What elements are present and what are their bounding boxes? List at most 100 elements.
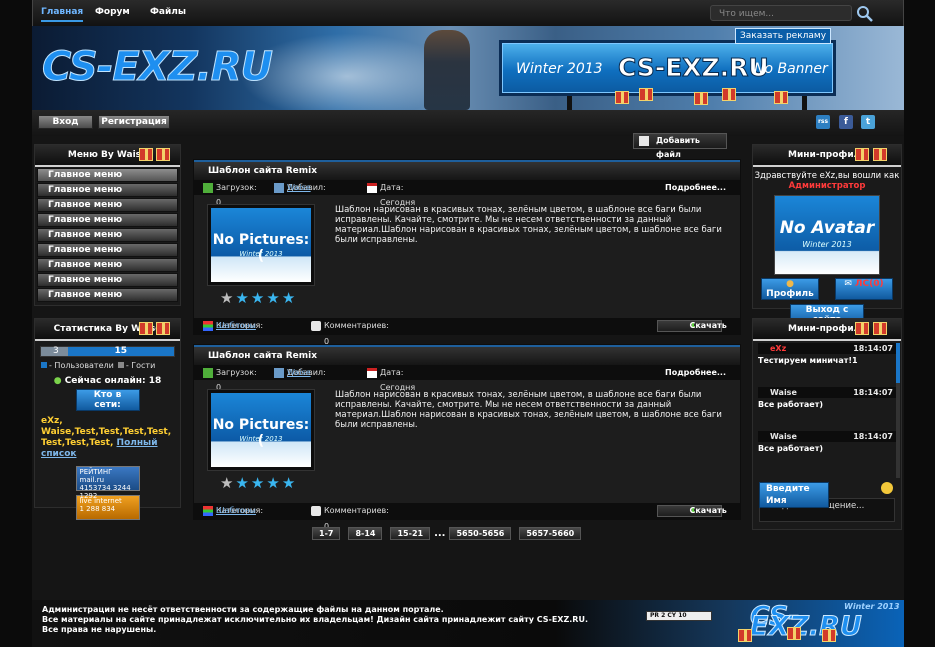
chat-time: 18:14:07 [853, 344, 893, 353]
gift-icon [738, 629, 752, 642]
chat-name-input[interactable]: Введите Имя [759, 482, 829, 508]
post-title[interactable]: Шаблон сайта Remix [194, 160, 740, 180]
smiley-icon[interactable] [881, 482, 893, 494]
facebook-icon[interactable]: f [839, 115, 853, 129]
login-button[interactable]: Вход [38, 115, 93, 129]
gift-icon [694, 92, 708, 105]
chat-name-row: Введите Имя [759, 482, 895, 508]
liveinternet-counter[interactable]: live internet 1 288 834 [75, 495, 140, 520]
who-online-button[interactable]: Кто в сети: [75, 389, 140, 411]
download-label: Скачать [689, 506, 727, 515]
star-icon[interactable]: ★ [220, 289, 235, 307]
star-icon[interactable]: ★ [251, 289, 266, 307]
menu-item[interactable]: Главное меню [37, 258, 178, 272]
post-title[interactable]: Шаблон сайта Remix [194, 345, 740, 365]
more-link[interactable]: Подробнее... [665, 180, 726, 195]
counter1-label: РЕЙТИНГ mail.ru [79, 468, 113, 484]
profile-button[interactable]: ● Профиль [761, 278, 819, 300]
register-button[interactable]: Регистрация [98, 115, 170, 129]
users-count: 3 [41, 347, 68, 356]
menu-item[interactable]: Главное меню [37, 168, 178, 182]
search-icon[interactable] [856, 5, 874, 23]
download-button[interactable]: ⬇ Скачать [657, 505, 727, 517]
gift-icon [774, 91, 788, 104]
mini-profile-panel: Мини-профиль Здравствуйте eXz,вы вошли к… [752, 144, 902, 326]
chat-scrollbar-thumb[interactable] [896, 343, 900, 383]
order-ad-button[interactable]: Заказать рекламу [735, 28, 832, 44]
author-link[interactable]: Waise [287, 365, 311, 380]
star-icon[interactable]: ★ [266, 474, 281, 492]
banner-soldier-image [424, 30, 470, 110]
author-icon [274, 182, 284, 193]
site-logo[interactable]: CS-EXZ.RU [42, 44, 274, 91]
search-input[interactable]: Что ищем... [710, 5, 852, 21]
online-ratio-bar: 3 15 [40, 346, 175, 357]
page-link[interactable]: 1-7 [312, 527, 341, 540]
nav-home-link[interactable]: Главная [41, 7, 84, 22]
add-file-button[interactable]: Добавить файл [633, 133, 727, 159]
post-meta: Загрузок: 0 Добавил: Waise Дата: Сегодня… [194, 180, 740, 207]
guests-legend-label: - Гости [125, 361, 156, 370]
twitter-icon[interactable]: t [861, 115, 875, 129]
chat-time: 18:14:07 [853, 388, 893, 397]
star-icon[interactable]: ★ [266, 289, 281, 307]
star-icon[interactable]: ★ [251, 474, 266, 492]
welcome-text: Здравствуйте eXz,вы вошли как [754, 171, 900, 181]
stats-title: Статистика By Waise [35, 319, 180, 341]
mailru-counter[interactable]: РЕЙТИНГ mail.ru 4153734 3244 1292 [75, 466, 140, 500]
chat-scrollbar[interactable] [896, 343, 900, 478]
post-footer: Категория: Шаблоны Комментариев: 0 ⬇ Ска… [194, 318, 740, 346]
star-icon[interactable]: ★ [282, 289, 297, 307]
user-icon: ● [53, 376, 62, 386]
category-link[interactable]: Шаблоны [216, 318, 256, 334]
menu-item[interactable]: Главное меню [37, 228, 178, 242]
menu-item[interactable]: Главное меню [37, 198, 178, 212]
nav-files-link[interactable]: Файлы [150, 7, 186, 17]
nav-forum-link[interactable]: Форум [95, 7, 130, 17]
add-file-label: Добавить файл [656, 136, 700, 159]
page-link[interactable]: 8-14 [348, 527, 383, 540]
menu-item[interactable]: Главное меню [37, 213, 178, 227]
ad-banner[interactable]: Winter 2013 CS-EXZ.RU No Banner [499, 40, 836, 96]
header-banner: CS-EXZ.RU Winter 2013 CS-EXZ.RU No Banne… [32, 26, 904, 110]
comments-icon [311, 320, 321, 331]
page-link[interactable]: 5650-5656 [449, 527, 512, 540]
counter2-values: 1 288 834 [79, 505, 116, 513]
menu-item[interactable]: Главное меню [37, 243, 178, 257]
footer-line: Все материалы на сайте принадлежат исклю… [42, 615, 588, 624]
online-now-text: Сейчас онлайн: 18 [64, 376, 162, 386]
gift-icon [639, 88, 653, 101]
ad-winter-text: Winter 2013 [516, 61, 603, 77]
post-image[interactable]: No Pictures:( Winter 2013 [207, 204, 315, 286]
rating-stars[interactable]: ★★★★★ [220, 476, 297, 491]
gift-icon [139, 148, 153, 161]
comments-icon [311, 505, 321, 516]
category-link[interactable]: Шаблоны [216, 503, 256, 519]
rss-icon[interactable]: rss [816, 115, 830, 129]
star-icon[interactable]: ★ [235, 474, 250, 492]
menu-item[interactable]: Главное меню [37, 273, 178, 287]
messages-button[interactable]: ✉ ЛС(0) [835, 278, 893, 300]
star-icon[interactable]: ★ [235, 289, 250, 307]
download-button[interactable]: ⬇ Скачать [657, 320, 727, 332]
footer-line: Администрация не несёт ответственности з… [42, 605, 444, 614]
online-now: ● Сейчас онлайн: 18 [35, 376, 180, 386]
profile-button-label: Профиль [766, 289, 814, 299]
gift-icon [822, 629, 836, 642]
author-link[interactable]: Waise [287, 180, 311, 195]
post-image[interactable]: No Pictures:( Winter 2013 [207, 389, 315, 471]
more-link[interactable]: Подробнее... [665, 365, 726, 380]
star-icon[interactable]: ★ [220, 474, 235, 492]
guests-count: 15 [67, 347, 174, 356]
menu-item[interactable]: Главное меню [37, 183, 178, 197]
rating-stars[interactable]: ★★★★★ [220, 291, 297, 306]
avatar[interactable]: No Avatar Winter 2013 [774, 195, 880, 275]
menu-item[interactable]: Главное меню [37, 288, 178, 302]
star-icon[interactable]: ★ [282, 474, 297, 492]
user-role: Администратор [788, 181, 866, 191]
post-meta: Загрузок: 0 Добавил: Waise Дата: Сегодня… [194, 365, 740, 392]
chat-message: Waise 18:14:07 Все работает) [753, 431, 901, 475]
scoreboard-sign: PR 2 CY 10 [646, 611, 712, 621]
page-link[interactable]: 5657-5660 [519, 527, 582, 540]
page-link[interactable]: 15-21 [390, 527, 431, 540]
